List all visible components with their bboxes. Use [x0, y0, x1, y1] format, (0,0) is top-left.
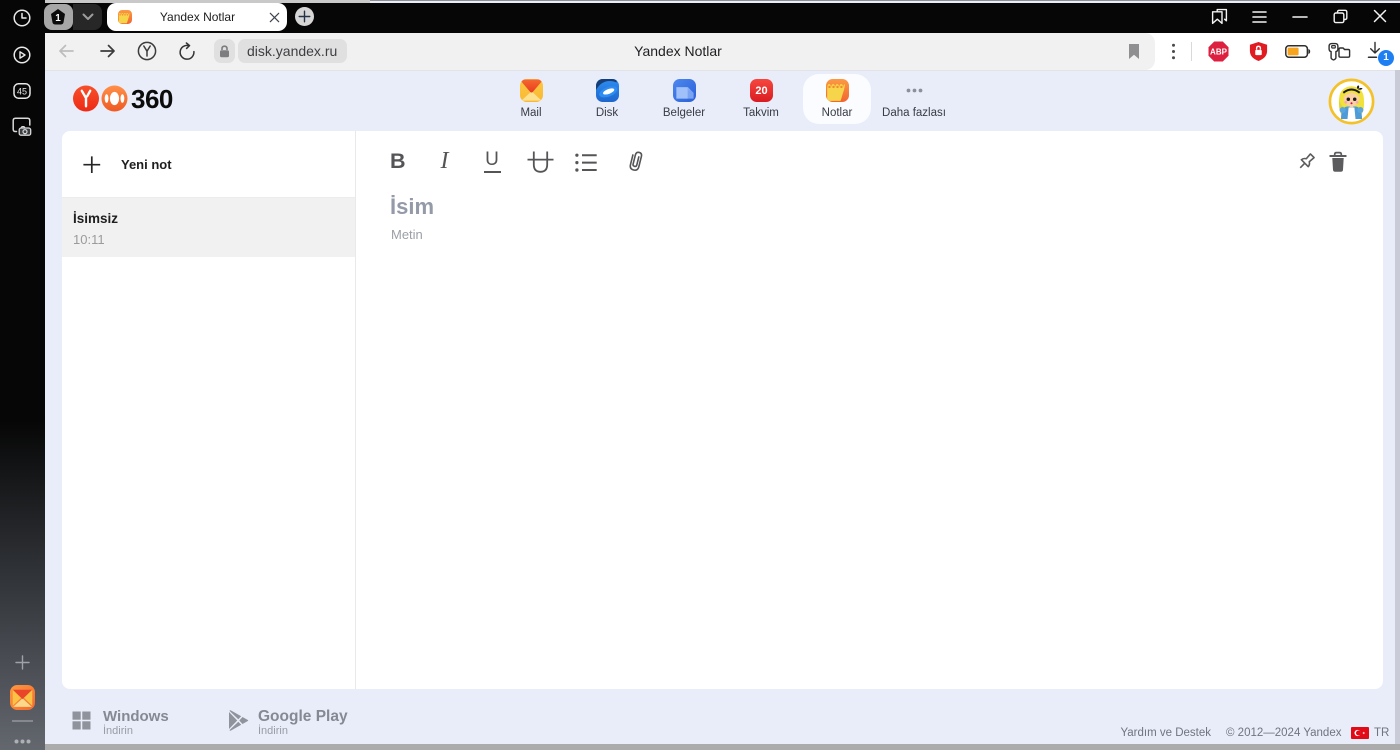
svg-text:ABP: ABP: [1210, 47, 1228, 56]
svg-text:1: 1: [55, 13, 61, 24]
svg-text:20: 20: [755, 85, 767, 97]
svg-text:360: 360: [131, 85, 173, 112]
svg-text:45: 45: [17, 87, 27, 97]
